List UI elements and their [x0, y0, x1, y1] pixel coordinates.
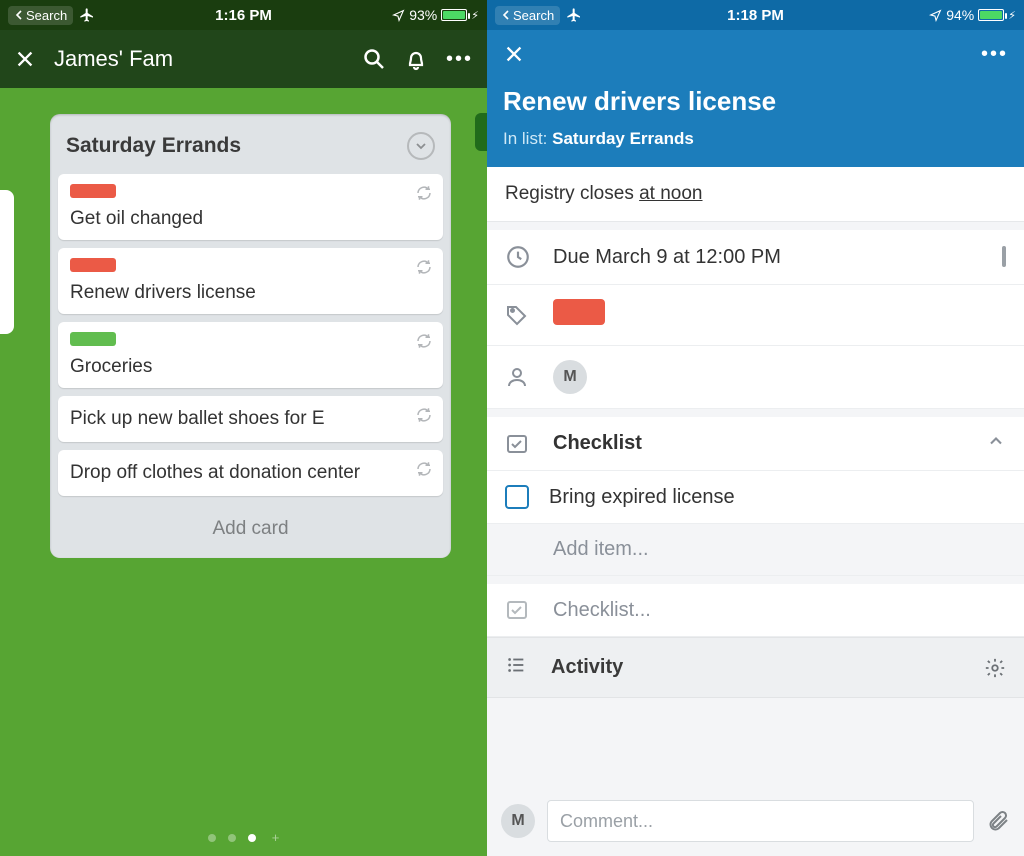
due-date-row[interactable]: Due March 9 at 12:00 PM: [487, 230, 1024, 285]
battery-percent: 94%: [946, 7, 974, 23]
charging-icon: ⚡︎: [471, 9, 479, 22]
label-red-chip[interactable]: [553, 299, 605, 325]
clock-icon: [505, 244, 533, 270]
airplane-mode-icon: [566, 7, 582, 23]
airplane-mode-icon: [79, 7, 95, 23]
tag-icon: [505, 303, 533, 327]
comment-avatar: M: [501, 804, 535, 838]
sync-icon: [415, 406, 433, 429]
statusbar-left: Search 1:16 PM 93% ⚡︎: [0, 0, 487, 30]
location-icon: [929, 9, 942, 22]
members-row[interactable]: M: [487, 346, 1024, 409]
collapse-icon[interactable]: [986, 431, 1006, 456]
card-title: Pick up new ballet shoes for E: [70, 408, 431, 430]
card-label-green: [70, 332, 116, 346]
in-list-label[interactable]: In list: Saturday Errands: [503, 129, 1008, 149]
card-item[interactable]: Pick up new ballet shoes for E: [58, 396, 443, 442]
next-list-peek[interactable]: [475, 113, 487, 151]
board-title[interactable]: James' Fam: [54, 46, 344, 72]
charging-icon: ⚡︎: [1008, 9, 1016, 22]
battery-percent: 93%: [409, 7, 437, 23]
person-icon: [505, 365, 533, 389]
checklist-header-row[interactable]: Checklist: [487, 417, 1024, 471]
checklist-icon: [505, 432, 533, 456]
back-label: Search: [26, 8, 67, 23]
checklist-icon: [505, 598, 533, 622]
card-label-red: [70, 184, 116, 198]
card-label-red: [70, 258, 116, 272]
close-icon[interactable]: [14, 48, 36, 70]
card-title: Get oil changed: [70, 208, 431, 230]
due-complete-checkbox[interactable]: [1002, 248, 1006, 266]
member-avatar[interactable]: M: [553, 360, 587, 394]
back-label: Search: [513, 8, 554, 23]
back-to-search[interactable]: Search: [8, 6, 73, 25]
close-icon[interactable]: [503, 43, 525, 65]
back-to-search[interactable]: Search: [495, 6, 560, 25]
card-item[interactable]: Renew drivers license: [58, 248, 443, 314]
checklist-checkbox[interactable]: [505, 485, 529, 509]
search-icon[interactable]: [362, 47, 386, 71]
comment-input[interactable]: Comment...: [547, 800, 974, 842]
notifications-icon[interactable]: [404, 47, 428, 71]
sync-icon: [415, 332, 433, 355]
activity-title: Activity: [551, 656, 984, 679]
attachment-icon[interactable]: [986, 809, 1010, 833]
add-checklist-item[interactable]: Add item...: [487, 524, 1024, 576]
more-icon[interactable]: •••: [981, 43, 1008, 66]
add-card-button[interactable]: Add card: [58, 504, 443, 550]
card-title: Drop off clothes at donation center: [70, 462, 431, 484]
statusbar-right: Search 1:18 PM 94% ⚡︎: [487, 0, 1024, 30]
card-item[interactable]: Get oil changed: [58, 174, 443, 240]
labels-row[interactable]: [487, 285, 1024, 346]
sync-icon: [415, 184, 433, 207]
card-title: Groceries: [70, 356, 431, 378]
card-item[interactable]: Drop off clothes at donation center: [58, 450, 443, 496]
add-checklist[interactable]: Checklist...: [487, 584, 1024, 637]
list-name[interactable]: Saturday Errands: [66, 134, 407, 158]
checklist-title: Checklist: [553, 432, 966, 455]
settings-gear-icon[interactable]: [984, 657, 1006, 679]
card-item[interactable]: Groceries: [58, 322, 443, 388]
battery-icon: [978, 9, 1004, 21]
prev-list-peek[interactable]: [0, 190, 14, 334]
list-container: Saturday Errands Get oil changed Renew d…: [50, 114, 451, 558]
page-indicator: +: [0, 834, 487, 842]
due-date-text: Due March 9 at 12:00 PM: [553, 246, 982, 269]
list-menu-icon[interactable]: [407, 132, 435, 160]
sync-icon: [415, 460, 433, 483]
card-description[interactable]: Registry closes at noon: [487, 167, 1024, 222]
checklist-item-text: Bring expired license: [549, 486, 735, 509]
activity-header-row: Activity: [487, 637, 1024, 698]
card-title: Renew drivers license: [70, 282, 431, 304]
battery-icon: [441, 9, 467, 21]
activity-icon: [505, 654, 533, 681]
location-icon: [392, 9, 405, 22]
card-detail-title[interactable]: Renew drivers license: [503, 86, 1008, 117]
more-icon[interactable]: •••: [446, 48, 473, 71]
comment-bar: M Comment...: [487, 790, 1024, 856]
sync-icon: [415, 258, 433, 281]
checklist-item[interactable]: Bring expired license: [487, 471, 1024, 524]
board-topbar: James' Fam •••: [0, 30, 487, 88]
